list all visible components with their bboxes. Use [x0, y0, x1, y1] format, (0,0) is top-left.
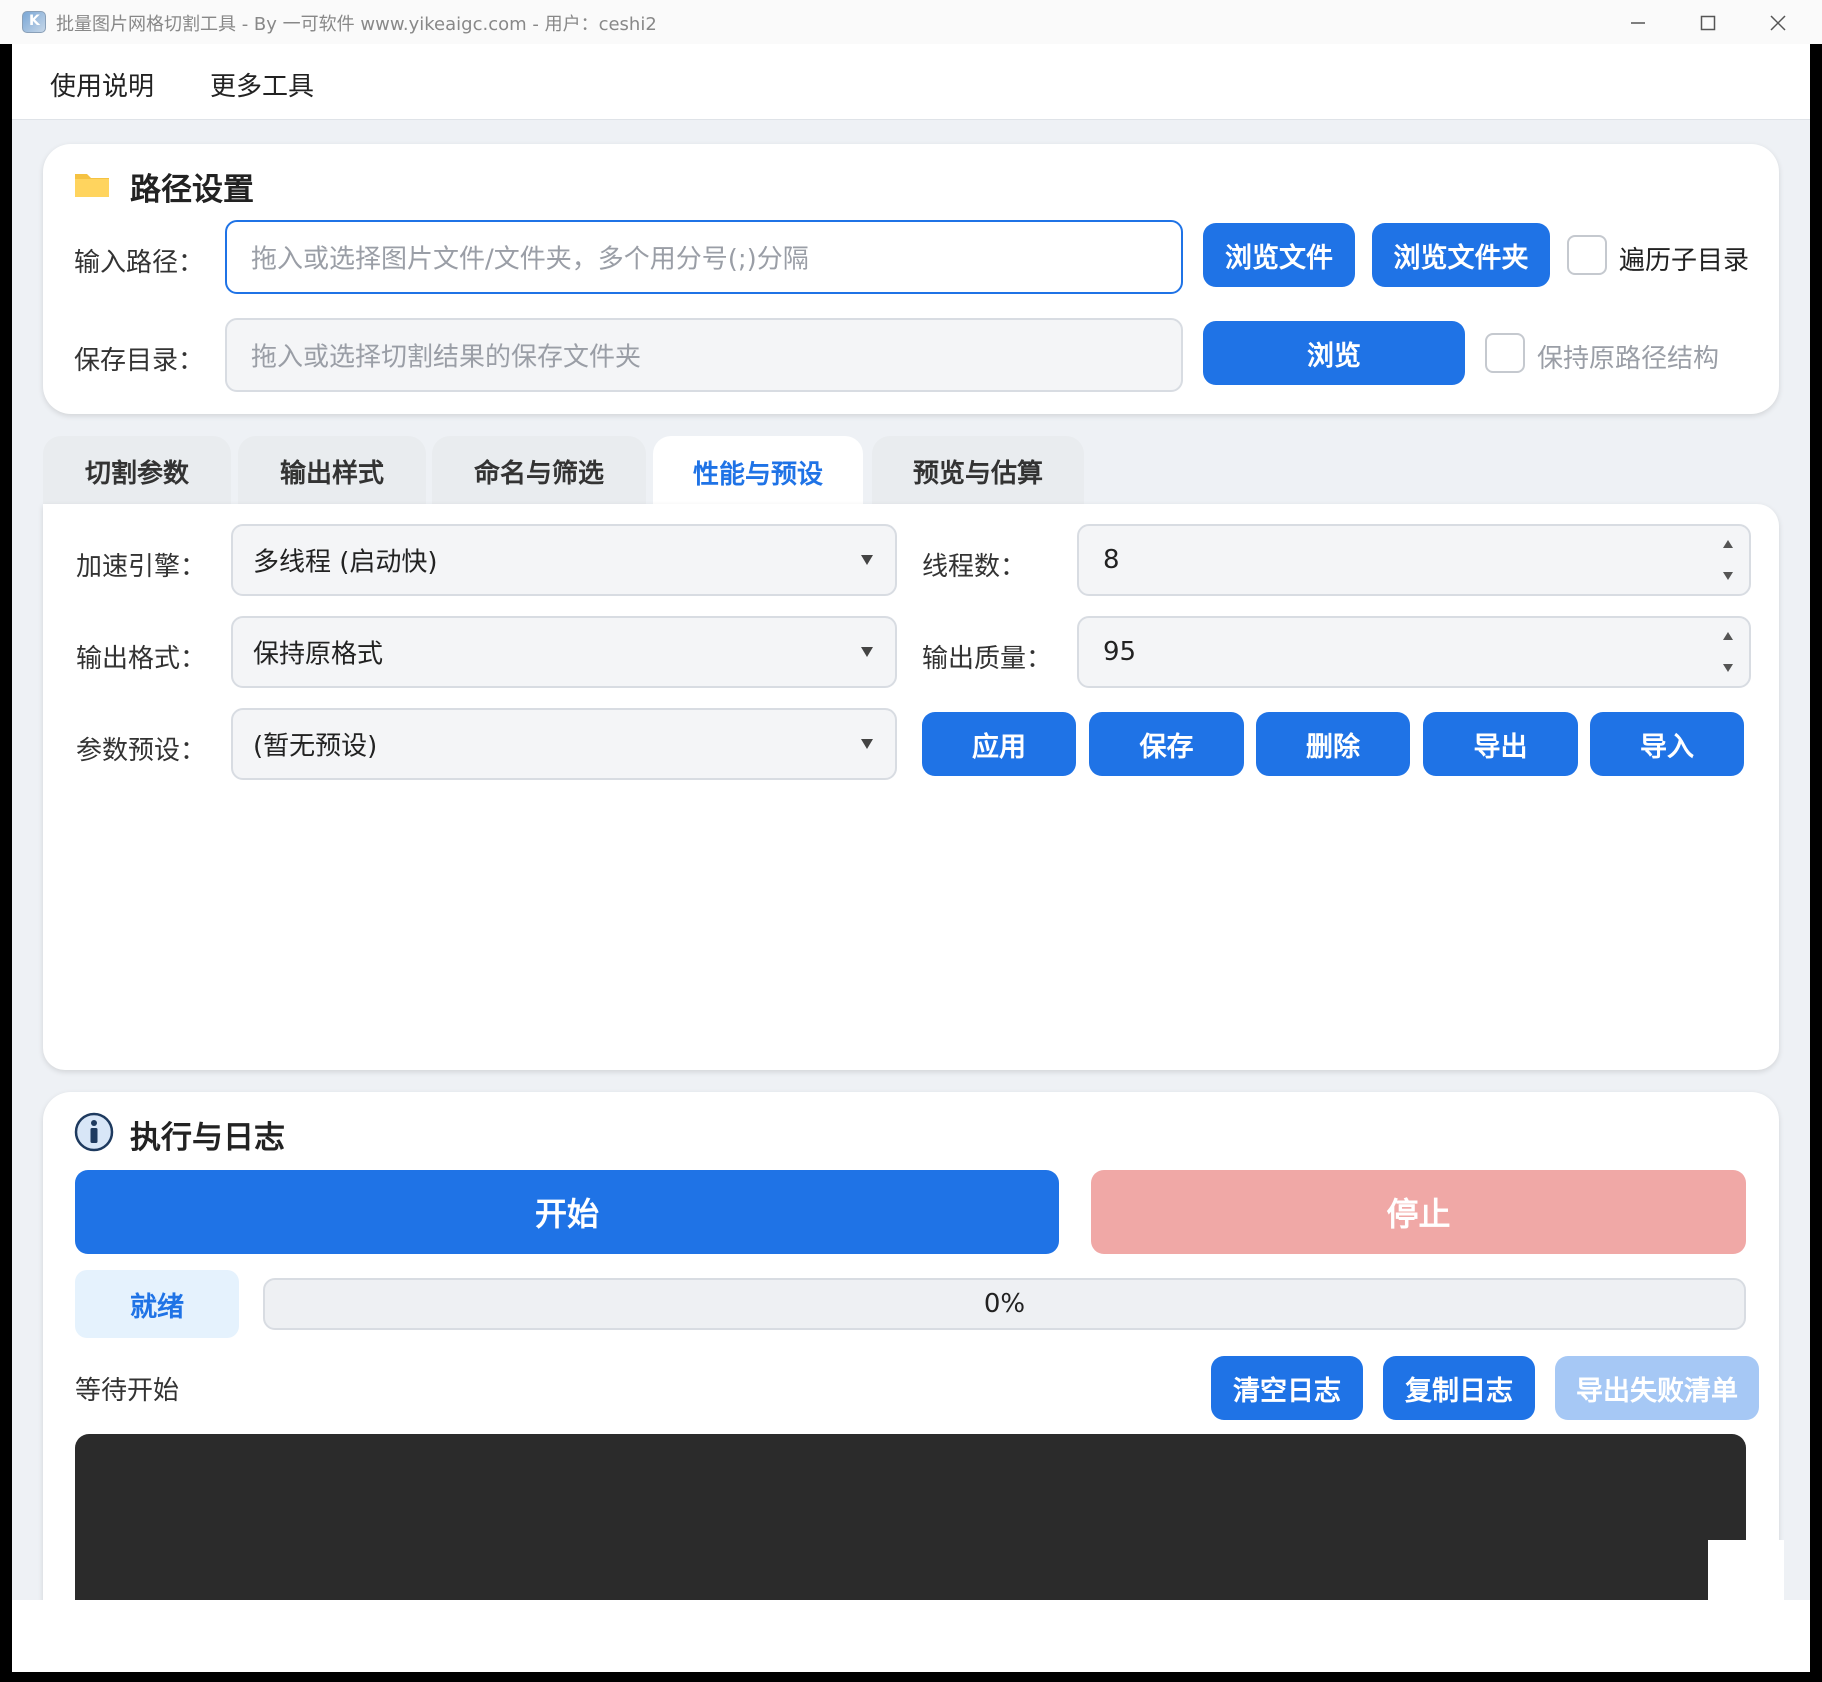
format-select[interactable]: 保持原格式	[231, 616, 897, 688]
copy-log-button[interactable]: 复制日志	[1383, 1356, 1535, 1420]
stop-button[interactable]: 停止	[1091, 1170, 1746, 1254]
bottom-bar	[12, 1600, 1810, 1672]
spin-down-icon[interactable]	[1723, 572, 1733, 580]
format-value: 保持原格式	[253, 639, 384, 670]
preset-delete-button[interactable]: 删除	[1256, 712, 1410, 776]
menu-help[interactable]: 使用说明	[50, 66, 154, 103]
keep-structure-checkbox[interactable]	[1485, 333, 1525, 373]
save-dir-field[interactable]: 拖入或选择切割结果的保存文件夹	[225, 318, 1183, 392]
threads-spinbox[interactable]: 8	[1077, 524, 1751, 596]
tab-output-style[interactable]: 输出样式	[238, 436, 426, 506]
status-badge: 就绪	[75, 1270, 239, 1338]
preset-apply-button[interactable]: 应用	[922, 712, 1076, 776]
input-path-placeholder: 拖入或选择图片文件/文件夹，多个用分号(;)分隔	[251, 244, 809, 275]
preset-label: 参数预设：	[76, 736, 207, 766]
traverse-subdirs-label: 遍历子目录	[1619, 246, 1750, 276]
browse-folder-button[interactable]: 浏览文件夹	[1372, 223, 1550, 287]
preset-save-button[interactable]: 保存	[1089, 712, 1244, 776]
threads-value: 8	[1103, 545, 1120, 575]
resize-grip[interactable]	[1708, 1540, 1784, 1600]
save-dir-label: 保存目录：	[74, 346, 205, 376]
maximize-button[interactable]	[1672, 0, 1742, 44]
clear-log-button[interactable]: 清空日志	[1211, 1356, 1363, 1420]
close-button[interactable]	[1742, 0, 1812, 44]
progress-text: 0%	[983, 1289, 1026, 1319]
input-path-field[interactable]: 拖入或选择图片文件/文件夹，多个用分号(;)分隔	[225, 220, 1183, 294]
chevron-down-icon	[861, 647, 873, 657]
quality-stepper[interactable]	[1709, 618, 1749, 686]
info-icon	[74, 1112, 114, 1152]
menu-more-tools[interactable]: 更多工具	[210, 66, 314, 103]
browse-save-button[interactable]: 浏览	[1203, 321, 1465, 385]
preset-export-button[interactable]: 导出	[1423, 712, 1578, 776]
input-path-label: 输入路径：	[74, 248, 205, 278]
title-bar: 批量图片网格切割工具 - By 一可软件 www.yikeaigc.com - …	[0, 0, 1822, 44]
minimize-button[interactable]	[1602, 0, 1672, 44]
execution-title: 执行与日志	[130, 1120, 285, 1156]
preset-select[interactable]: (暂无预设)	[231, 708, 897, 780]
keep-structure-label: 保持原路径结构	[1537, 344, 1720, 374]
spin-up-icon[interactable]	[1723, 540, 1733, 548]
export-failed-button[interactable]: 导出失败清单	[1555, 1356, 1759, 1420]
app-window: 使用说明 更多工具 路径设置 输入路径： 拖入或选择图片文件/文件夹，多个用分号…	[12, 44, 1810, 1672]
waiting-text: 等待开始	[75, 1376, 180, 1406]
tab-preview-estimate[interactable]: 预览与估算	[872, 436, 1084, 506]
start-button[interactable]: 开始	[75, 1170, 1059, 1254]
browse-file-button[interactable]: 浏览文件	[1203, 223, 1355, 287]
chevron-down-icon	[861, 739, 873, 749]
tab-naming-filter[interactable]: 命名与筛选	[432, 436, 646, 506]
path-settings-title: 路径设置	[130, 172, 254, 208]
tab-performance-presets[interactable]: 性能与预设	[653, 436, 863, 508]
app-icon	[22, 11, 46, 33]
chevron-down-icon	[861, 555, 873, 565]
performance-panel: 加速引擎： 多线程 (启动快) 线程数： 8 输出格式： 保持原格式 输出质量：…	[43, 504, 1779, 1070]
maximize-icon	[1700, 15, 1716, 31]
threads-stepper[interactable]	[1709, 526, 1749, 594]
preset-import-button[interactable]: 导入	[1590, 712, 1744, 776]
engine-value: 多线程 (启动快)	[253, 547, 438, 578]
spin-up-icon[interactable]	[1723, 632, 1733, 640]
tab-cut-params[interactable]: 切割参数	[43, 436, 231, 506]
menu-bar: 使用说明 更多工具	[12, 44, 1810, 120]
save-dir-placeholder: 拖入或选择切割结果的保存文件夹	[251, 342, 642, 373]
engine-select[interactable]: 多线程 (启动快)	[231, 524, 897, 596]
format-label: 输出格式：	[76, 644, 207, 674]
preset-value: (暂无预设)	[253, 731, 378, 762]
progress-bar: 0%	[263, 1278, 1746, 1330]
window-title: 批量图片网格切割工具 - By 一可软件 www.yikeaigc.com - …	[56, 14, 657, 35]
quality-label: 输出质量：	[922, 644, 1053, 674]
minimize-icon	[1631, 22, 1645, 24]
threads-label: 线程数：	[922, 552, 1027, 582]
traverse-subdirs-checkbox[interactable]	[1567, 235, 1607, 275]
spin-down-icon[interactable]	[1723, 664, 1733, 672]
quality-value: 95	[1103, 637, 1137, 667]
folder-icon	[74, 170, 110, 198]
quality-spinbox[interactable]: 95	[1077, 616, 1751, 688]
path-settings-panel: 路径设置 输入路径： 拖入或选择图片文件/文件夹，多个用分号(;)分隔 浏览文件…	[43, 144, 1779, 414]
close-icon	[1770, 15, 1786, 31]
execution-panel: 执行与日志 开始 停止 就绪 0% 等待开始 清空日志 复制日志 导出失败清单	[43, 1092, 1779, 1672]
engine-label: 加速引擎：	[76, 552, 207, 582]
settings-tabs: 切割参数 输出样式 命名与筛选 性能与预设 预览与估算	[43, 436, 1779, 508]
